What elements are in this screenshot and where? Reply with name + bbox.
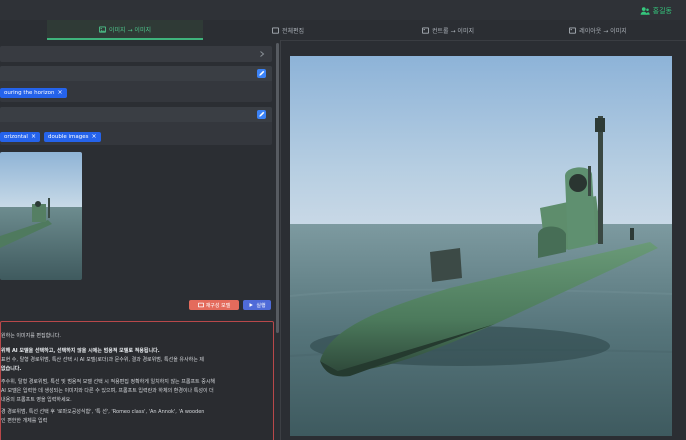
field-header — [0, 107, 272, 122]
chip-label: orizontal — [4, 134, 28, 140]
tab-full-edit[interactable]: 전체편집 — [203, 20, 373, 40]
log-line: 없습니다. — [1, 366, 22, 372]
user-name: 홍길동 — [652, 6, 672, 15]
log-line: 원하는 이미지를 편집합니다. — [1, 333, 61, 339]
chip-list: orizontal × double images × — [0, 132, 101, 142]
image-icon — [422, 26, 430, 34]
tab-label: 레이아웃 → 이미지 — [579, 27, 627, 35]
tab-label: 컨트롤 → 이미지 — [432, 27, 474, 35]
log-line: 표현 수, 탈형 경로위범, 특산 선택 시 AI 모델(로더)과 문수위, 결… — [1, 357, 205, 363]
user-icon — [640, 6, 650, 15]
button-label: 재구성 모델 — [205, 302, 231, 309]
image-icon — [569, 26, 577, 34]
section-header[interactable] — [0, 46, 272, 62]
play-icon — [249, 303, 254, 307]
log-line: 인 편한한 개체를 입력 — [1, 418, 48, 424]
edit-icon — [271, 26, 279, 34]
chip-list: ouring the horizon × — [0, 88, 67, 98]
instructions-box: 원하는 이미지를 편집합니다. 위해 AI 모델을 선택하고, 선택하지 않을 … — [0, 321, 274, 440]
close-icon[interactable]: × — [91, 134, 96, 140]
close-icon[interactable]: × — [31, 134, 36, 140]
user-menu[interactable]: 홍길동 — [640, 5, 672, 16]
submarine-output-image — [290, 56, 672, 436]
edit-icon[interactable] — [257, 110, 266, 119]
image-icon — [197, 302, 204, 308]
submarine-thumbnail-image — [0, 152, 82, 280]
field-header — [0, 66, 272, 81]
scrollbar[interactable] — [276, 43, 279, 333]
run-button[interactable]: 실행 — [243, 300, 271, 310]
tab-control-to-image[interactable]: 컨트롤 → 이미지 — [373, 20, 523, 40]
chip-label: ouring the horizon — [4, 90, 55, 96]
prompt-field[interactable]: ouring the horizon × — [0, 66, 272, 102]
tab-bar: 이미지 → 이미지 전체편집 컨트롤 → 이미지 레이아웃 → 이미지 — [0, 20, 686, 41]
chip[interactable]: ouring the horizon × — [0, 88, 67, 98]
edit-icon[interactable] — [257, 69, 266, 78]
output-image[interactable] — [290, 56, 672, 436]
tab-image-to-image[interactable]: 이미지 → 이미지 — [47, 20, 203, 40]
input-image-thumbnail[interactable] — [0, 152, 82, 280]
chip[interactable]: double images × — [43, 132, 101, 142]
log-line: AI 모델은 입력한 데 생성되는 이미지와 다른 수 있으며, 프롬프트 입력… — [1, 388, 214, 394]
app-window: 홍길동 이미지 → 이미지 전체편집 컨트롤 → 이미지 레이아웃 → 이미지 — [0, 0, 686, 440]
log-line: 주수위, 탈형 경로위범, 특선 및 범용적 모델 선택 시 적용편집 정확하게… — [1, 379, 216, 385]
tab-label: 전체편집 — [281, 27, 305, 35]
log-line: 위해 AI 모델을 선택하고, 선택하지 않을 시에는 범용적 모델로 적용됩니… — [1, 348, 160, 354]
tab-layout-to-image[interactable]: 레이아웃 → 이미지 — [523, 20, 673, 40]
log-line: 내용의 프롬프트 영을 입력하세요. — [1, 397, 72, 403]
reconstruct-model-button[interactable]: 재구성 모델 — [189, 300, 239, 310]
settings-panel: ouring the horizon × orizontal × double im… — [0, 40, 281, 440]
image-icon — [99, 25, 107, 33]
negative-prompt-field[interactable]: orizontal × double images × — [0, 107, 272, 145]
chevron-right-icon — [260, 51, 265, 57]
button-label: 실행 — [256, 302, 266, 309]
top-bar: 홍길동 — [0, 0, 686, 20]
close-icon[interactable]: × — [58, 90, 63, 96]
chip-label: double images — [47, 134, 89, 140]
log-line: 경 경로위범, 특선 선택 후 '로마오공성식함', '특 선', 'Romeo… — [1, 409, 205, 415]
tab-label: 이미지 → 이미지 — [109, 26, 151, 34]
chip[interactable]: orizontal × — [0, 132, 40, 142]
